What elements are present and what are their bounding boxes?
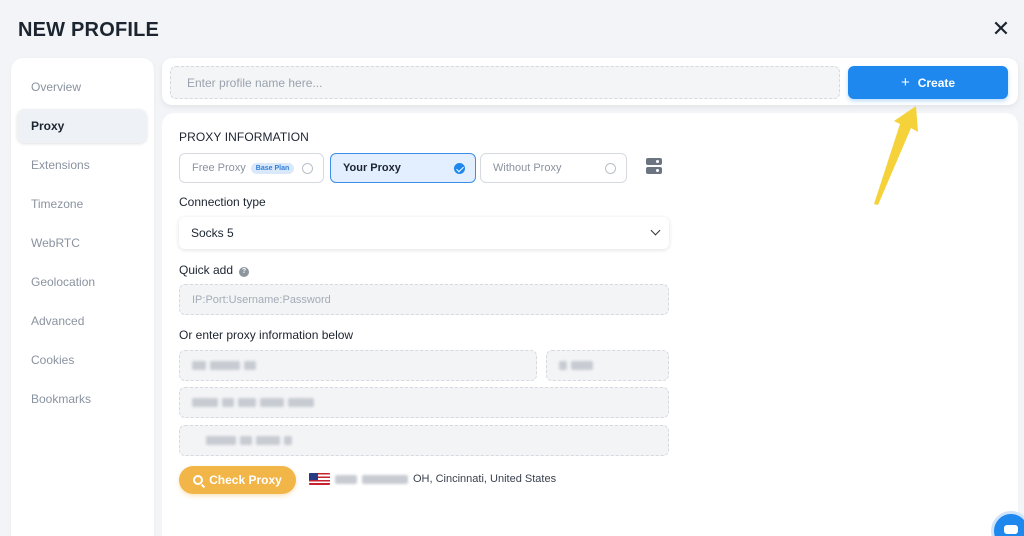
proxy-password-field[interactable]	[179, 425, 669, 456]
quick-add-input[interactable]	[179, 284, 669, 315]
redacted-text	[288, 398, 314, 407]
redacted-text	[284, 436, 292, 445]
sidebar-item-advanced[interactable]: Advanced	[17, 304, 147, 338]
create-button[interactable]: + Create	[848, 66, 1008, 99]
redacted-text	[192, 361, 206, 370]
sidebar-item-cookies[interactable]: Cookies	[17, 343, 147, 377]
redacted-text	[238, 398, 256, 407]
proxy-location: OH, Cincinnati, United States	[309, 473, 556, 485]
plan-badge: Base Plan	[250, 162, 295, 174]
sidebar-item-proxy[interactable]: Proxy	[17, 109, 147, 143]
settings-sidebar: Overview Proxy Extensions Timezone WebRT…	[11, 58, 154, 536]
modal-title: NEW PROFILE	[18, 19, 160, 41]
proxy-option-free[interactable]: Free Proxy Base Plan	[179, 153, 324, 183]
connection-type-select[interactable]: Socks 5	[179, 217, 669, 249]
search-icon	[193, 475, 204, 485]
create-button-label: Create	[917, 75, 956, 90]
plus-icon: +	[900, 74, 910, 91]
connection-type-value: Socks 5	[191, 226, 234, 240]
sidebar-item-bookmarks[interactable]: Bookmarks	[17, 382, 147, 416]
redacted-text	[362, 474, 408, 484]
server-list-icon[interactable]	[646, 158, 662, 176]
us-flag-icon	[309, 473, 330, 485]
redacted-text	[571, 361, 593, 370]
new-profile-modal: NEW PROFILE ✕ Overview Proxy Extensions …	[0, 0, 1024, 536]
sidebar-item-geolocation[interactable]: Geolocation	[17, 265, 147, 299]
manual-entry-label: Or enter proxy information below	[179, 328, 354, 342]
redacted-text	[222, 398, 234, 407]
chevron-down-icon	[650, 225, 661, 236]
annotation-arrow-icon	[874, 106, 918, 205]
sidebar-item-webrtc[interactable]: WebRTC	[17, 226, 147, 260]
proxy-port-field[interactable]	[546, 350, 669, 381]
redacted-text	[256, 436, 280, 445]
redacted-text	[244, 361, 256, 370]
redacted-text	[260, 398, 284, 407]
redacted-text	[192, 398, 218, 407]
arrow-shape	[874, 106, 918, 205]
proxy-option-without-proxy[interactable]: Without Proxy	[480, 153, 627, 183]
redacted-text	[335, 474, 357, 484]
proxy-option-label: Free Proxy	[192, 162, 246, 174]
radio-icon	[302, 163, 313, 174]
profile-header-bar: + Create	[162, 58, 1018, 105]
check-proxy-label: Check Proxy	[209, 473, 282, 487]
sidebar-item-extensions[interactable]: Extensions	[17, 148, 147, 182]
check-proxy-button[interactable]: Check Proxy	[179, 466, 296, 494]
sidebar-item-overview[interactable]: Overview	[17, 70, 147, 104]
profile-name-input[interactable]	[170, 66, 840, 99]
quick-add-heading: Quick add?	[179, 263, 250, 277]
proxy-username-field[interactable]	[179, 387, 669, 418]
help-icon[interactable]: ?	[239, 266, 250, 277]
location-text: OH, Cincinnati, United States	[413, 473, 557, 485]
quick-add-label: Quick add	[179, 263, 234, 277]
redacted-text	[240, 436, 252, 445]
redacted-text	[210, 361, 240, 370]
proxy-option-label: Without Proxy	[493, 162, 562, 174]
connection-type-label: Connection type	[179, 195, 266, 209]
proxy-option-label: Your Proxy	[343, 162, 401, 174]
proxy-host-field[interactable]	[179, 350, 537, 381]
proxy-option-your-proxy[interactable]: Your Proxy	[330, 153, 476, 183]
section-title: PROXY INFORMATION	[179, 130, 309, 144]
radio-icon	[605, 163, 616, 174]
redacted-text	[206, 436, 236, 445]
redacted-text	[559, 361, 567, 370]
check-circle-icon	[454, 163, 465, 174]
sidebar-item-timezone[interactable]: Timezone	[17, 187, 147, 221]
close-icon[interactable]: ✕	[990, 16, 1012, 41]
